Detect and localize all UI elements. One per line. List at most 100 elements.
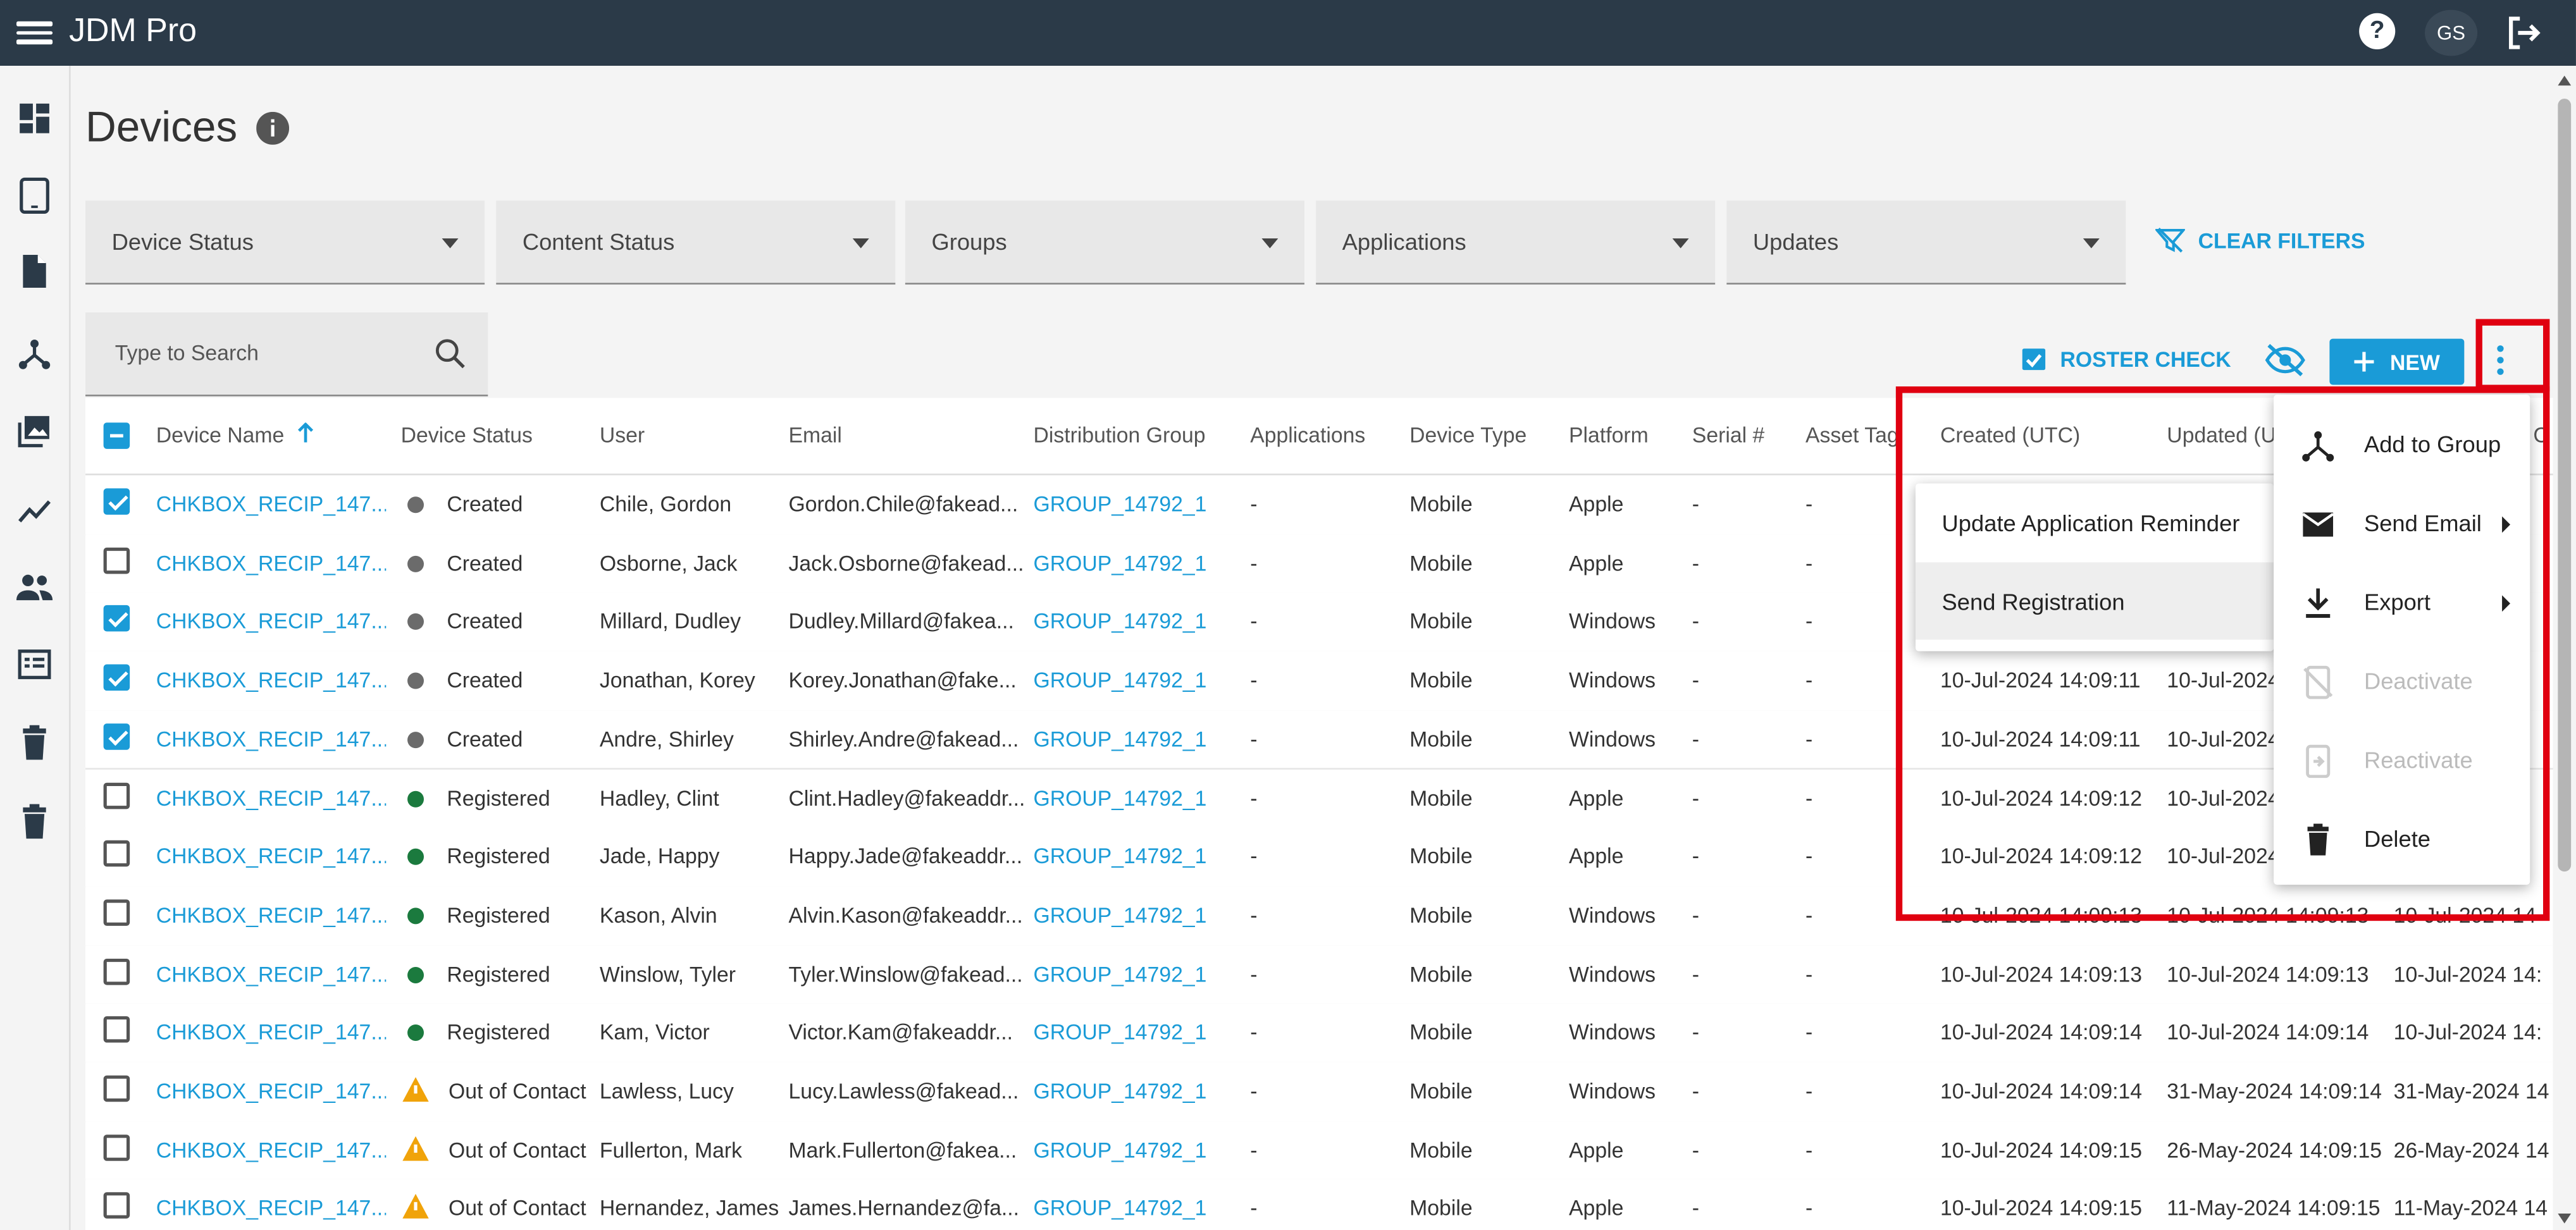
reports-icon[interactable] xyxy=(15,644,54,684)
search-icon[interactable] xyxy=(432,335,468,371)
groups-icon[interactable] xyxy=(15,334,54,373)
device-name-cell[interactable]: CHKBOX_RECIP_147... xyxy=(156,1138,387,1162)
row-checkbox[interactable] xyxy=(103,899,130,926)
media-icon[interactable] xyxy=(15,411,54,450)
table-row[interactable]: Out of Contact CHKBOX_RECIP_147... Fullert… xyxy=(85,1121,2576,1181)
menu-item-send-registration[interactable]: Send Registration xyxy=(1915,562,2274,640)
device-name-cell[interactable]: CHKBOX_RECIP_147... xyxy=(156,961,387,986)
column-header-extra[interactable]: C xyxy=(2533,422,2548,447)
hamburger-menu-icon[interactable] xyxy=(16,13,53,52)
menu-item-delete[interactable]: Delete xyxy=(2274,799,2530,878)
filter-content-status[interactable]: Content Status xyxy=(496,200,896,285)
scrollbar-thumb[interactable] xyxy=(2558,99,2572,872)
table-row[interactable]: Created CHKBOX_RECIP_147... Jonathan, Kore… xyxy=(85,651,2576,712)
trash-icon[interactable] xyxy=(15,723,54,763)
device-name-cell[interactable]: CHKBOX_RECIP_147... xyxy=(156,902,387,927)
menu-item-export[interactable]: Export xyxy=(2274,562,2530,641)
table-row[interactable]: Out of Contact CHKBOX_RECIP_147... Hernand… xyxy=(85,1179,2576,1230)
device-name-cell[interactable]: CHKBOX_RECIP_147... xyxy=(156,491,387,516)
device-name-cell[interactable]: CHKBOX_RECIP_147... xyxy=(156,668,387,692)
row-checkbox[interactable] xyxy=(103,488,130,515)
distribution-group-cell[interactable]: GROUP_14792_1 xyxy=(1033,961,1243,986)
select-all-checkbox[interactable] xyxy=(103,422,130,449)
column-header-applications[interactable]: Applications xyxy=(1250,422,1365,447)
table-row[interactable]: Registered CHKBOX_RECIP_147... Kam, Victor… xyxy=(85,1003,2576,1064)
row-checkbox[interactable] xyxy=(103,1016,130,1043)
distribution-group-cell[interactable]: GROUP_14792_1 xyxy=(1033,1079,1243,1104)
devices-icon[interactable] xyxy=(15,176,54,215)
device-name-cell[interactable]: CHKBOX_RECIP_147... xyxy=(156,785,387,810)
distribution-group-cell[interactable]: GROUP_14792_1 xyxy=(1033,609,1243,634)
scroll-down-icon[interactable] xyxy=(2558,1214,2572,1224)
column-header-created[interactable]: Created (UTC) xyxy=(1940,422,2080,447)
device-name-cell[interactable]: CHKBOX_RECIP_147... xyxy=(156,1079,387,1104)
more-actions-icon[interactable] xyxy=(2487,339,2514,382)
hide-columns-icon[interactable] xyxy=(2264,340,2307,379)
content-icon[interactable] xyxy=(15,252,54,291)
row-checkbox[interactable] xyxy=(103,1075,130,1102)
filter-groups[interactable]: Groups xyxy=(905,200,1304,285)
table-row[interactable]: Registered CHKBOX_RECIP_147... Jade, Happy… xyxy=(85,827,2576,888)
row-checkbox[interactable] xyxy=(103,723,130,750)
device-name-cell[interactable]: CHKBOX_RECIP_147... xyxy=(156,1020,387,1045)
table-row[interactable]: Out of Contact CHKBOX_RECIP_147... Lawless… xyxy=(85,1062,2576,1123)
distribution-group-cell[interactable]: GROUP_14792_1 xyxy=(1033,902,1243,927)
row-checkbox[interactable] xyxy=(103,840,130,867)
distribution-group-cell[interactable]: GROUP_14792_1 xyxy=(1033,1020,1243,1045)
filter-applications[interactable]: Applications xyxy=(1316,200,1716,285)
scroll-up-icon[interactable] xyxy=(2558,75,2572,86)
column-header-asset-tag[interactable]: Asset Tag xyxy=(1805,422,1899,447)
distribution-group-cell[interactable]: GROUP_14792_1 xyxy=(1033,1196,1243,1221)
table-row[interactable]: Registered CHKBOX_RECIP_147... Kason, Alvi… xyxy=(85,886,2576,947)
filter-updates[interactable]: Updates xyxy=(1726,200,2126,285)
device-name-cell[interactable]: CHKBOX_RECIP_147... xyxy=(156,844,387,868)
distribution-group-cell[interactable]: GROUP_14792_1 xyxy=(1033,550,1243,575)
column-header-serial[interactable]: Serial # xyxy=(1692,422,1764,447)
distribution-group-cell[interactable]: GROUP_14792_1 xyxy=(1033,844,1243,868)
info-icon[interactable] xyxy=(256,111,290,145)
row-checkbox[interactable] xyxy=(103,547,130,574)
table-row[interactable]: Registered CHKBOX_RECIP_147... Winslow, Ty… xyxy=(85,945,2576,1006)
column-header-device-name[interactable]: Device Name xyxy=(156,422,313,447)
table-row[interactable]: Created CHKBOX_RECIP_147... Andre, Shirley… xyxy=(85,710,2576,771)
distribution-group-cell[interactable]: GROUP_14792_1 xyxy=(1033,668,1243,692)
distribution-group-cell[interactable]: GROUP_14792_1 xyxy=(1033,727,1243,751)
distribution-group-cell[interactable]: GROUP_14792_1 xyxy=(1033,1138,1243,1162)
row-checkbox[interactable] xyxy=(103,664,130,691)
device-name-cell[interactable]: CHKBOX_RECIP_147... xyxy=(156,1196,387,1221)
row-checkbox[interactable] xyxy=(103,1134,130,1160)
column-header-platform[interactable]: Platform xyxy=(1569,422,1649,447)
column-header-device-type[interactable]: Device Type xyxy=(1409,422,1526,447)
search-input[interactable] xyxy=(111,338,414,367)
delete-history-icon[interactable] xyxy=(15,803,54,842)
menu-item-update-application-reminder[interactable]: Update Application Reminder xyxy=(1916,483,2274,560)
new-button[interactable]: NEW xyxy=(2329,338,2465,385)
column-header-user[interactable]: User xyxy=(600,422,645,447)
filter-device-status[interactable]: Device Status xyxy=(85,200,485,285)
row-checkbox[interactable] xyxy=(103,957,130,985)
vertical-scrollbar[interactable] xyxy=(2553,69,2576,1230)
column-header-updated[interactable]: Updated (U xyxy=(2167,422,2276,447)
user-avatar[interactable]: GS xyxy=(2425,9,2478,56)
column-header-device-status[interactable]: Device Status xyxy=(401,422,533,447)
device-name-cell[interactable]: CHKBOX_RECIP_147... xyxy=(156,609,387,634)
row-checkbox[interactable] xyxy=(103,782,130,809)
device-name-cell[interactable]: CHKBOX_RECIP_147... xyxy=(156,550,387,575)
analytics-icon[interactable] xyxy=(15,490,54,529)
distribution-group-cell[interactable]: GROUP_14792_1 xyxy=(1033,491,1243,516)
column-header-email[interactable]: Email xyxy=(789,422,842,447)
table-row[interactable]: Registered CHKBOX_RECIP_147... Hadley, Cli… xyxy=(85,768,2576,830)
help-icon[interactable]: ? xyxy=(2359,13,2396,50)
device-name-cell[interactable]: CHKBOX_RECIP_147... xyxy=(156,727,387,751)
row-checkbox[interactable] xyxy=(103,605,130,632)
logout-icon[interactable] xyxy=(2500,11,2546,54)
row-checkbox[interactable] xyxy=(103,1193,130,1219)
clear-filters-button[interactable]: CLEAR FILTERS xyxy=(2155,227,2365,254)
users-icon[interactable] xyxy=(15,567,54,606)
menu-item-add-to-group[interactable]: Add to Group xyxy=(2274,405,2530,484)
column-header-distribution-group[interactable]: Distribution Group xyxy=(1033,422,1205,447)
roster-check-button[interactable]: ROSTER CHECK xyxy=(2021,345,2231,372)
dashboard-icon[interactable] xyxy=(15,99,54,138)
menu-item-send-email[interactable]: Send Email xyxy=(2274,483,2530,562)
distribution-group-cell[interactable]: GROUP_14792_1 xyxy=(1033,785,1243,810)
